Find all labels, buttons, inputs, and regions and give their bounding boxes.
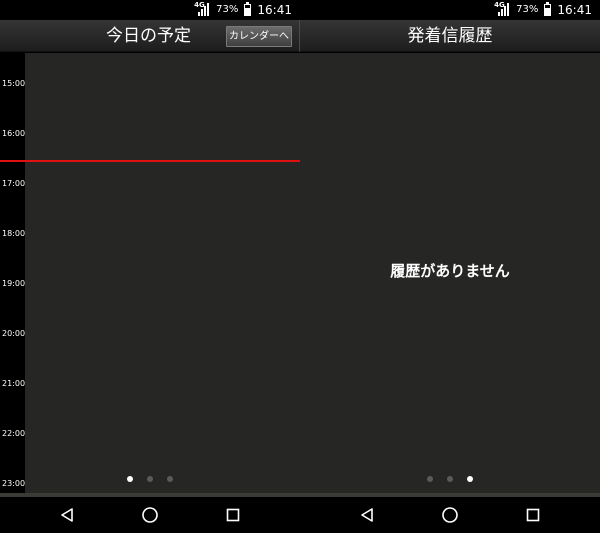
battery-percent: 73%: [216, 4, 239, 15]
schedule-title: 今日の予定: [106, 26, 191, 46]
back-icon[interactable]: [57, 505, 77, 525]
page-dot: [167, 476, 173, 482]
current-time-line: [0, 160, 300, 162]
hour-label: 17:00: [2, 179, 26, 188]
clock: 16:41: [257, 3, 292, 17]
back-icon[interactable]: [357, 505, 377, 525]
call-history-pane: 4G 73% 16:41 発着信履歴 履歴がありません: [300, 0, 600, 533]
status-icons: 4G 73% 16:41: [194, 0, 292, 20]
schedule-title-bar: 今日の予定 カレンダーへ: [0, 20, 300, 52]
status-bar: 4G 73% 16:41: [0, 0, 300, 20]
page-dot: [447, 476, 453, 482]
hour-label: 22:00: [2, 429, 26, 438]
battery-icon: [244, 2, 252, 16]
hour-label: 21:00: [2, 379, 26, 388]
navigation-bar: [0, 497, 300, 533]
hour-label: 16:00: [2, 129, 26, 138]
schedule-timeline[interactable]: 15:00 16:00 17:00 18:00 19:00 20:00 21:00 22:00…: [0, 53, 300, 493]
hour-label: 18:00: [2, 229, 26, 238]
page-dot: [427, 476, 433, 482]
navigation-bar: [300, 497, 600, 533]
call-history-list[interactable]: 履歴がありません: [300, 53, 600, 493]
hour-label: 20:00: [2, 329, 26, 338]
hour-label: 15:00: [2, 79, 26, 88]
calendar-button[interactable]: カレンダーへ: [226, 26, 292, 47]
schedule-pane: 4G 73% 16:41 今日の予定 カレンダーへ 15:00 16:00 17:0…: [0, 0, 300, 533]
recents-icon[interactable]: [523, 505, 543, 525]
call-history-title: 発着信履歴: [407, 26, 493, 46]
empty-history-message: 履歴がありません: [390, 262, 510, 280]
signal-icon: 4G: [194, 1, 210, 17]
page-dot: [147, 476, 153, 482]
home-icon[interactable]: [140, 505, 160, 525]
page-dot: [127, 476, 133, 482]
call-history-title-bar: 発着信履歴: [300, 20, 600, 52]
status-bar: 4G 73% 16:41: [300, 0, 600, 20]
hour-label: 19:00: [2, 279, 26, 288]
battery-percent: 73%: [516, 4, 539, 15]
time-gutter: 15:00 16:00 17:00 18:00 19:00 20:00 21:00 22:00…: [0, 53, 25, 493]
battery-icon: [544, 2, 552, 16]
clock: 16:41: [557, 3, 592, 17]
signal-icon: 4G: [494, 1, 510, 17]
page-indicator: [0, 473, 300, 485]
page-indicator: [300, 473, 600, 485]
home-icon[interactable]: [440, 505, 460, 525]
page-dot: [467, 476, 473, 482]
recents-icon[interactable]: [223, 505, 243, 525]
status-icons: 4G 73% 16:41: [494, 0, 592, 20]
